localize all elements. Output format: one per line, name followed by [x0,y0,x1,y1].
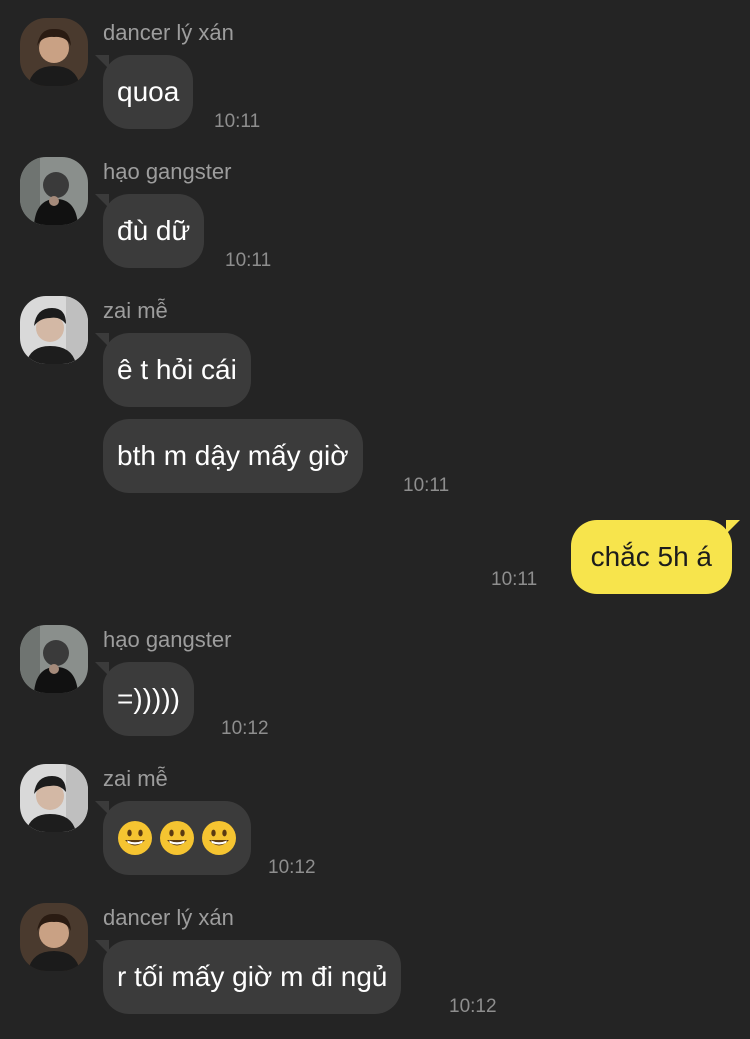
message-bubble[interactable]: =))))) [95,662,194,736]
sender-name: zai mễ [103,766,168,791]
message-time: 10:11 [214,111,261,132]
sender-name: dancer lý xán [103,905,234,930]
smiley-emoji [118,821,152,855]
smiley-emoji [202,821,236,855]
message-bubble[interactable]: quoa [94,55,194,129]
message-bubble[interactable]: bth m dậy mấy giờ [103,419,363,493]
avatar-zai[interactable] [20,296,88,364]
message-bubble[interactable]: đù dữ [94,194,205,268]
message-time: 10:11 [225,250,272,271]
avatar-dancer[interactable] [20,18,88,86]
avatar-zai[interactable] [20,764,88,832]
message-time: 10:12 [449,996,497,1017]
avatar-hao[interactable] [20,157,88,225]
sender-name: hạo gangster [103,159,232,184]
smiley-emoji [160,821,194,855]
message-bubble[interactable]: r tối mấy giờ m đi ngủ [94,940,402,1014]
message-bubble[interactable]: ê t hỏi cái [95,333,251,407]
message-time: 10:12 [221,718,269,739]
sender-name: zai mễ [103,298,168,323]
sender-name: hạo gangster [103,627,232,652]
sender-name: dancer lý xán [103,20,234,45]
message-time: 10:11 [403,475,450,496]
emoji-message-bubble[interactable] [95,801,251,875]
message-time: 10:12 [268,857,316,878]
message-time: 10:11 [491,569,538,590]
avatar-hao[interactable] [20,625,88,693]
my-message-bubble[interactable]: chắc 5h á [570,520,741,594]
avatar-dancer[interactable] [20,903,88,971]
